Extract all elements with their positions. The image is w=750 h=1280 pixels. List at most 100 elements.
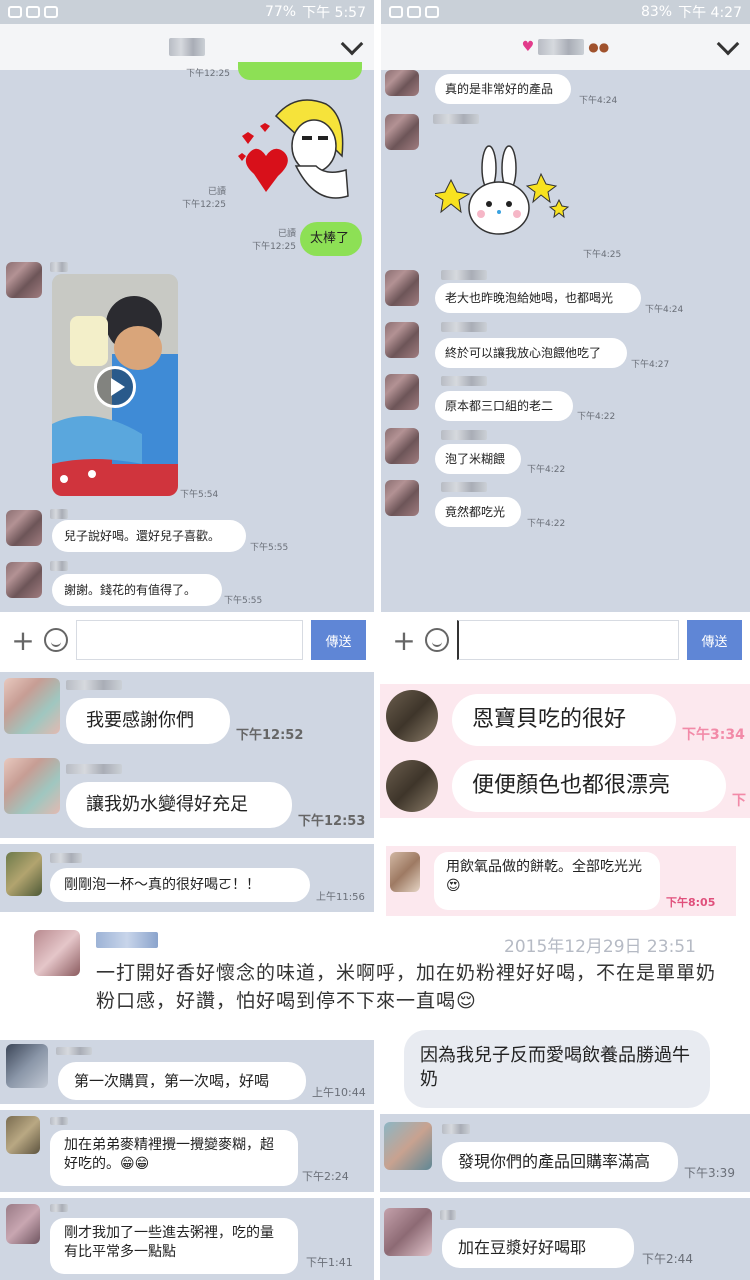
chevron-down-icon[interactable] [716, 32, 740, 56]
avatar[interactable] [384, 1122, 432, 1170]
screenshot-snippet: 2015年12月29日 23:51 一打開好香好懷念的味道，米啊呼，加在奶粉裡好… [0, 922, 750, 1034]
send-button[interactable]: 傳送 [311, 620, 366, 660]
received-message-bubble[interactable]: 便便顏色也都很漂亮 [452, 760, 726, 812]
avatar[interactable] [4, 678, 60, 734]
avatar[interactable] [385, 114, 419, 150]
avatar[interactable] [6, 510, 42, 546]
sender-name-blurred [433, 114, 479, 124]
avatar[interactable] [386, 690, 438, 742]
avatar[interactable] [385, 322, 419, 358]
received-message-bubble[interactable]: 因為我兒子反而愛喝飲養品勝過牛奶 [404, 1030, 710, 1108]
sender-name-blurred [441, 482, 487, 492]
message-time: 下午12:25 [182, 200, 226, 210]
received-message-bubble[interactable]: 泡了米糊餵 [435, 444, 521, 474]
message-time: 上午10:44 [312, 1086, 366, 1099]
avatar[interactable] [6, 1116, 40, 1154]
received-message-bubble[interactable]: 真的是非常好的產品 [435, 74, 571, 104]
screenshot-snippet: 發現你們的產品回購率滿高 下午3:39 [380, 1114, 750, 1192]
received-message-bubble[interactable]: 原本都三口組的老二 [435, 391, 573, 421]
avatar[interactable] [6, 1204, 40, 1244]
screenshot-snippet: 剛剛泡一杯～真的很好喝ㄛ！！ 上午11:56 [0, 844, 374, 912]
received-message-bubble[interactable]: 用飲氧品做的餅乾。全部吃光光😍 [434, 852, 660, 910]
post-text: 一打開好香好懷念的味道，米啊呼，加在奶粉裡好好喝，不在是單單奶粉口感，好讚，怕好… [96, 962, 717, 1012]
avatar[interactable] [385, 428, 419, 464]
message-input-bar: + 傳送 [381, 612, 750, 668]
received-message-bubble[interactable]: 終於可以讓我放心泡餵他吃了 [435, 338, 627, 368]
emoji-icon[interactable] [44, 628, 68, 652]
screenshot-snippet: 加在豆漿好好喝耶 下午2:44 [380, 1198, 750, 1280]
left-chat-panel: 77% 下午 5:57 下午12:25 已讀 下午12:25 已讀 下午12:2… [0, 0, 374, 668]
received-message-bubble[interactable]: 恩寶貝吃的很好 [452, 694, 676, 746]
received-message-bubble[interactable]: 發現你們的產品回購率滿高 [442, 1142, 678, 1182]
message-time: 下午12:25 [186, 69, 230, 79]
message-input[interactable] [76, 620, 303, 660]
avatar[interactable] [384, 1208, 432, 1256]
status-bar: 83% 下午 4:27 [381, 0, 750, 24]
sender-name-blurred [441, 270, 487, 280]
avatar[interactable] [6, 852, 42, 896]
received-message-bubble[interactable]: 竟然都吃光 [435, 497, 521, 527]
received-message-bubble[interactable]: 加在豆漿好好喝耶 [442, 1228, 634, 1268]
sender-name-blurred [50, 1204, 68, 1212]
avatar[interactable] [385, 374, 419, 410]
line-icon [26, 6, 40, 18]
video-thumbnail[interactable] [52, 274, 178, 496]
avatar[interactable] [385, 480, 419, 516]
screenshot-snippet: 第一次購買，第一次喝，好喝 上午10:44 [0, 1040, 374, 1104]
message-time: 下 [732, 793, 746, 809]
received-message-bubble[interactable]: 讓我奶水變得好充足 [66, 782, 292, 828]
chat-icon [8, 6, 22, 18]
received-message-bubble[interactable]: 謝謝。錢花的有值得了。 [52, 574, 222, 606]
play-button-icon[interactable] [94, 366, 136, 408]
received-message-bubble[interactable]: 老大也昨晚泡給她喝，也都喝光 [435, 283, 641, 313]
plus-icon[interactable]: + [8, 624, 38, 657]
sender-name-blurred [50, 262, 68, 272]
clock: 下午 5:57 [302, 5, 366, 21]
chat-icon [389, 6, 403, 18]
sender-name-blurred [441, 430, 487, 440]
clock: 下午 4:27 [678, 5, 742, 21]
message-time: 下午12:25 [252, 242, 296, 252]
sender-name-blurred [66, 680, 122, 690]
sent-message-bubble[interactable]: 太棒了 [300, 222, 362, 256]
emoji-icon[interactable] [425, 628, 449, 652]
sender-name-blurred [442, 1124, 470, 1134]
avatar[interactable] [386, 760, 438, 812]
sticker-bunny [435, 145, 570, 235]
plus-icon[interactable]: + [389, 624, 419, 657]
received-message-bubble[interactable]: 加在弟弟麥精裡攪一攪變麥糊，超好吃的。😁😁 [50, 1130, 298, 1186]
sender-name-blurred [56, 1047, 92, 1055]
send-button[interactable]: 傳送 [687, 620, 742, 660]
message-time: 下午5:55 [224, 596, 263, 606]
screenshot-snippet: 用飲氧品做的餅乾。全部吃光光😍 下午8:05 [386, 846, 736, 916]
message-input[interactable] [457, 620, 679, 660]
battery-level: 83% [640, 4, 673, 20]
heart-icon: ♥ [521, 39, 535, 55]
avatar[interactable] [4, 758, 60, 814]
message-time: 上午11:56 [316, 892, 365, 903]
chevron-down-icon[interactable] [340, 32, 364, 56]
avatar[interactable] [6, 1044, 48, 1088]
avatar[interactable] [390, 852, 420, 892]
avatar[interactable] [6, 262, 42, 298]
avatar[interactable] [34, 930, 80, 976]
cut-green-bubble [238, 62, 362, 80]
received-message-bubble[interactable]: 兒子說好喝。還好兒子喜歡。 [52, 520, 246, 552]
message-time: 下午4:22 [527, 465, 566, 475]
status-bar: 77% 下午 5:57 [0, 0, 374, 24]
screenshot-snippet: 加在弟弟麥精裡攪一攪變麥糊，超好吃的。😁😁 下午2:24 [0, 1110, 374, 1192]
message-time: 下午2:44 [642, 1252, 693, 1266]
received-message-bubble[interactable]: 我要感謝你們 [66, 698, 230, 744]
chat-title-blurred [169, 38, 205, 56]
avatar[interactable] [385, 270, 419, 306]
message-time: 下午4:24 [645, 305, 684, 315]
sender-name-blurred [96, 932, 158, 948]
received-message-bubble[interactable]: 第一次購買，第一次喝，好喝 [58, 1062, 306, 1100]
message-time: 下午4:22 [527, 519, 566, 529]
received-message-bubble[interactable]: 剛才我加了一些進去粥裡，吃的量有比平常多一點點 [50, 1218, 298, 1274]
avatar[interactable] [6, 562, 42, 598]
avatar[interactable] [385, 70, 419, 96]
message-time: 下午4:22 [577, 412, 616, 422]
read-receipt: 已讀 [277, 229, 296, 239]
received-message-bubble[interactable]: 剛剛泡一杯～真的很好喝ㄛ！！ [50, 868, 310, 902]
